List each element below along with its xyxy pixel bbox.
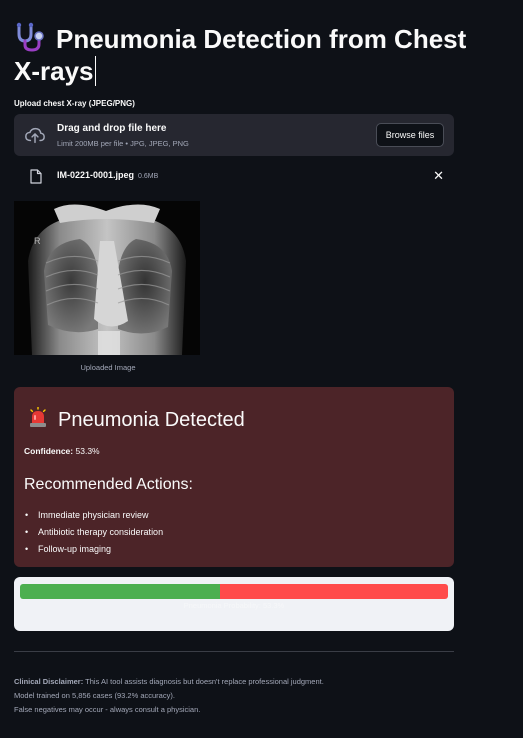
disclaimer-line-3: False negatives may occur - always consu… <box>14 705 201 714</box>
cloud-upload-icon <box>25 127 45 144</box>
file-size: 0.6MB <box>138 173 159 180</box>
chest-xray-graphic: R <box>14 201 200 355</box>
confidence-label: Confidence: <box>24 446 74 456</box>
action-item: Antibiotic therapy consideration <box>24 524 163 541</box>
image-caption: Uploaded Image <box>80 363 136 372</box>
diagnosis-title-text: Pneumonia Detected <box>58 409 245 431</box>
dropzone-instruction: Drag and drop file here <box>57 123 167 134</box>
probability-card: Pneumonia Probability: 53.3% <box>14 577 454 631</box>
xray-side-marker: R <box>34 236 41 246</box>
file-name-text: IM-0221-0001.jpeg <box>57 170 135 180</box>
siren-icon <box>30 407 46 427</box>
probability-label: Pneumonia Probability: 53.3% <box>183 601 285 610</box>
recommended-actions-heading: Recommended Actions: <box>24 476 193 493</box>
action-item: Follow-up imaging <box>24 541 163 558</box>
disclaimer-line-2: Model trained on 5,856 cases (93.2% accu… <box>14 691 175 700</box>
page-title-text: Pneumonia Detection from Chest X-rays <box>14 24 467 86</box>
stethoscope-icon <box>16 22 44 52</box>
probability-bar <box>20 584 448 599</box>
dropzone-limit-text: Limit 200MB per file • JPG, JPEG, PNG <box>57 139 189 148</box>
disclaimer-label: Clinical Disclaimer: <box>14 677 84 686</box>
page-title: Pneumonia Detection from Chest X-rays <box>14 22 494 87</box>
text-caret <box>94 56 96 86</box>
disclaimer-line-1: Clinical Disclaimer: This AI tool assist… <box>14 675 324 689</box>
uploaded-xray-image: R <box>14 201 200 355</box>
file-icon <box>30 169 42 184</box>
confidence-text: Confidence: 53.3% <box>24 446 100 456</box>
recommended-actions-list: Immediate physician review Antibiotic th… <box>24 507 163 558</box>
probability-bar-normal-segment <box>20 584 220 599</box>
file-name: IM-0221-0001.jpeg 0.6MB <box>57 170 158 180</box>
clinical-disclaimer: Clinical Disclaimer: This AI tool assist… <box>14 675 324 717</box>
action-item: Immediate physician review <box>24 507 163 524</box>
upload-label: Upload chest X-ray (JPEG/PNG) <box>14 99 135 108</box>
uploaded-file-row: IM-0221-0001.jpeg 0.6MB ✕ <box>14 166 454 186</box>
diagnosis-alert: Pneumonia Detected Confidence: 53.3% Rec… <box>14 387 454 567</box>
file-dropzone[interactable]: Drag and drop file here Limit 200MB per … <box>14 114 454 156</box>
browse-files-button[interactable]: Browse files <box>376 123 444 147</box>
remove-file-close-icon[interactable]: ✕ <box>433 168 444 184</box>
confidence-value: 53.3% <box>75 446 100 456</box>
diagnosis-title: Pneumonia Detected <box>28 407 245 432</box>
section-divider <box>14 651 454 652</box>
probability-bar-pneumonia-segment <box>219 584 448 599</box>
disclaimer-text-1: This AI tool assists diagnosis but doesn… <box>85 677 324 686</box>
